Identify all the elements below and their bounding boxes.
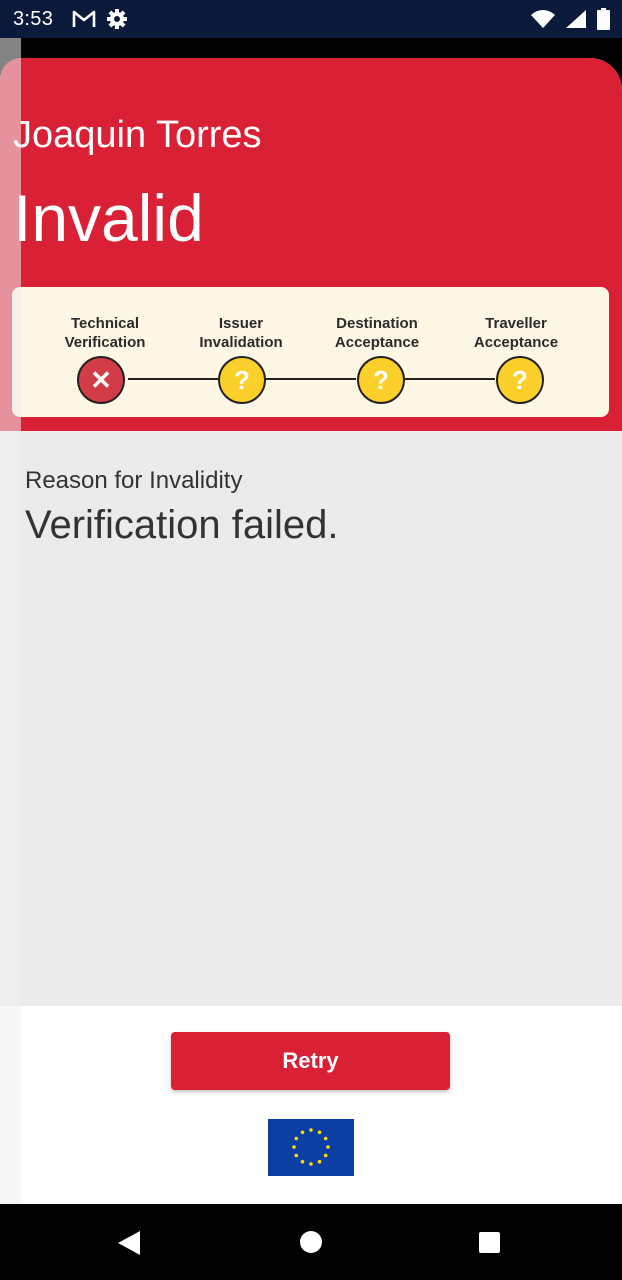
navigation-bar xyxy=(0,1204,622,1280)
signal-icon xyxy=(566,10,586,28)
back-icon[interactable] xyxy=(117,1230,141,1256)
reason-label: Reason for Invalidity xyxy=(25,467,243,494)
step-label: Issuer Invalidation xyxy=(199,315,283,351)
reason-text: Verification failed. xyxy=(25,503,339,547)
step-label: Technical Verification xyxy=(64,315,146,351)
step-connector xyxy=(128,378,218,380)
status-time: 3:53 xyxy=(13,8,54,30)
step-issuer-invalidation: Issuer Invalidation xyxy=(171,314,311,352)
step-connector xyxy=(266,378,356,380)
verification-steps-card: Technical Verification ✕ Issuer Invalidati… xyxy=(12,287,609,417)
wifi-icon xyxy=(531,10,555,28)
home-icon[interactable] xyxy=(300,1231,322,1253)
settings-icon xyxy=(107,9,127,29)
step-label: Traveller Acceptance xyxy=(473,315,559,351)
failed-icon: ✕ xyxy=(77,356,125,404)
validity-status: Invalid xyxy=(13,181,204,255)
unknown-icon: ? xyxy=(218,356,266,404)
result-header: Joaquin Torres Invalid Technical Verifica… xyxy=(0,58,622,431)
screen: Joaquin Torres Invalid Technical Verifica… xyxy=(0,38,622,1204)
reason-section: Reason for Invalidity Verification faile… xyxy=(0,431,622,1006)
step-destination-acceptance: Destination Acceptance xyxy=(307,314,447,352)
footer: Retry xyxy=(0,1006,622,1204)
unknown-icon: ? xyxy=(357,356,405,404)
unknown-icon: ? xyxy=(496,356,544,404)
battery-icon xyxy=(597,8,610,30)
step-label: Destination Acceptance xyxy=(334,315,420,351)
recents-icon[interactable] xyxy=(479,1232,500,1253)
holder-name: Joaquin Torres xyxy=(13,114,262,156)
step-technical-verification: Technical Verification xyxy=(35,314,175,352)
status-bar: 3:53 xyxy=(0,0,622,38)
step-traveller-acceptance: Traveller Acceptance xyxy=(446,314,586,352)
retry-button[interactable]: Retry xyxy=(171,1032,450,1090)
step-connector xyxy=(405,378,495,380)
eu-flag-icon xyxy=(268,1119,354,1176)
gmail-icon xyxy=(72,10,96,27)
edge-overlay xyxy=(0,38,21,1204)
verification-result-screen: Joaquin Torres Invalid Technical Verifica… xyxy=(0,58,622,1204)
